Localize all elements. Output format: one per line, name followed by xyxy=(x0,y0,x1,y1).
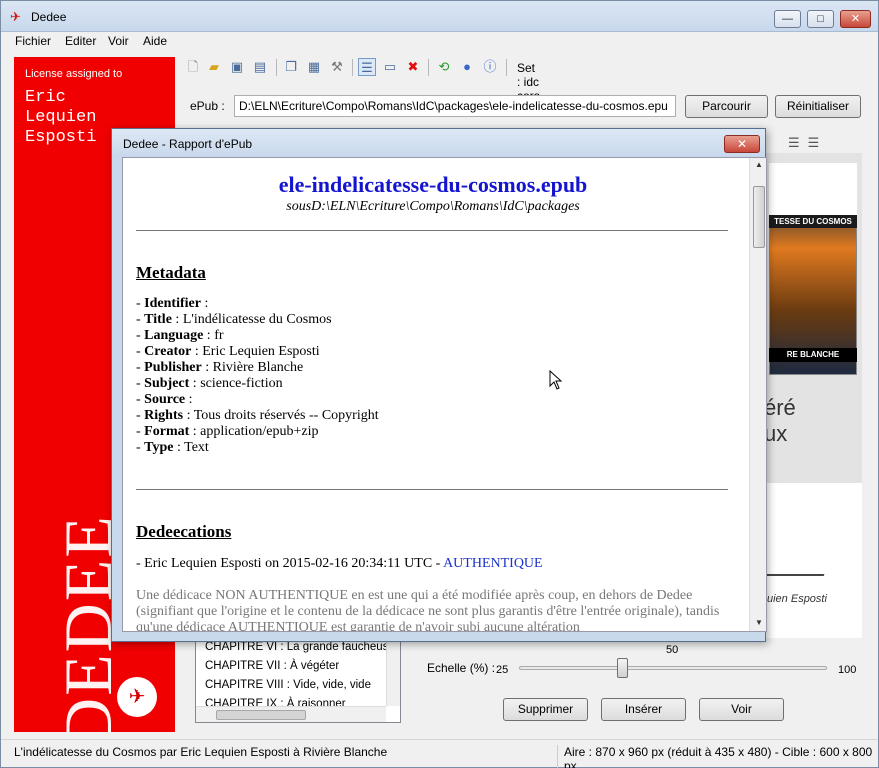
menu-bar: Fichier Editer Voir Aide xyxy=(1,32,878,50)
dedee-app-icon: ✈ xyxy=(10,9,21,24)
list-item[interactable]: CHAPITRE VI : La grande faucheuse xyxy=(205,641,395,653)
cover-publisher-band: RE BLANCHE xyxy=(769,348,857,362)
save-icon[interactable]: ▣ xyxy=(228,58,246,76)
open-folder-icon[interactable]: ▰ xyxy=(205,58,223,76)
report-vscroll[interactable]: ▲ ▼ xyxy=(749,158,766,631)
dedications-heading: Dedeecations xyxy=(136,522,232,541)
report-title: ele-indelicatesse-du-cosmos.epub xyxy=(278,172,588,197)
scroll-down-icon[interactable]: ▼ xyxy=(750,618,766,627)
window-icon[interactable]: ▭ xyxy=(381,58,399,76)
list-item[interactable]: CHAPITRE VII : À végéter xyxy=(205,660,339,672)
report-content: ele-indelicatesse-du-cosmos.epub sousD:\… xyxy=(122,157,767,632)
dedication-entry: - Eric Lequien Esposti on 2015-02-16 20:… xyxy=(136,556,543,571)
report-scroll-thumb[interactable] xyxy=(753,186,765,248)
metadata-row: - Format : application/epub+zip xyxy=(136,424,319,439)
view-button[interactable]: Voir xyxy=(699,698,784,721)
refresh-icon[interactable]: ⟲ xyxy=(435,58,453,76)
epub-report-dialog: Dedee - Rapport d'ePub ✕ ele-indelicates… xyxy=(111,128,767,642)
list-item[interactable]: CHAPITRE VIII : Vide, vide, vide xyxy=(205,679,371,691)
title-bar: ✈ Dedee — □ ✕ xyxy=(1,1,878,32)
scroll-up-icon[interactable]: ▲ xyxy=(750,160,766,169)
metadata-row: - Publisher : Rivière Blanche xyxy=(136,360,304,375)
divider xyxy=(136,230,728,231)
dedee-circle-icon: ✈ xyxy=(117,677,157,717)
dialog-title-bar: Dedee - Rapport d'ePub ✕ xyxy=(112,129,765,157)
help-icon[interactable]: ● xyxy=(458,58,476,76)
epub-path-input[interactable]: D:\ELN\Ecriture\Compo\Romans\IdC\package… xyxy=(234,95,676,117)
status-book-info: L'indélicatesse du Cosmos par Eric Lequi… xyxy=(14,745,388,759)
dialog-title: Dedee - Rapport d'ePub xyxy=(123,137,253,151)
report-subtitle: sousD:\ELN\Ecriture\Compo\Romans\IdC\pac… xyxy=(286,199,580,214)
metadata-row: - Identifier : xyxy=(136,296,209,311)
menu-fichier[interactable]: Fichier xyxy=(15,34,51,48)
signature-caption: uien Esposti xyxy=(767,593,827,605)
license-name: Eric Lequien Esposti xyxy=(25,88,97,147)
report-icon[interactable]: ☰ xyxy=(358,58,376,76)
metadata-row: - Subject : science-fiction xyxy=(136,376,283,391)
epub-label: ePub : xyxy=(190,99,225,113)
toolbar-separator xyxy=(352,59,353,76)
status-bar: L'indélicatesse du Cosmos par Eric Lequi… xyxy=(1,739,878,768)
align-icons[interactable]: ☰☰ xyxy=(788,135,827,151)
insert-button[interactable]: Insérer xyxy=(601,698,686,721)
menu-voir[interactable]: Voir xyxy=(108,34,129,48)
metadata-row: - Language : fr xyxy=(136,328,224,343)
metadata-row: - Type : Text xyxy=(136,440,209,455)
reset-button[interactable]: Réinitialiser xyxy=(775,95,861,118)
dedication-note: Une dédicace NON AUTHENTIQUE en est une … xyxy=(136,588,720,632)
new-file-icon[interactable]: 🗋 xyxy=(184,58,202,76)
scale-slider-thumb[interactable] xyxy=(616,658,628,678)
info-icon[interactable]: ⓘ xyxy=(481,58,499,76)
wrench-icon[interactable]: ⚒ xyxy=(328,58,346,76)
metadata-row: - Source : xyxy=(136,392,193,407)
delete-button[interactable]: Supprimer xyxy=(503,698,588,721)
toolbar-separator xyxy=(276,59,277,76)
authentic-status: AUTHENTIQUE xyxy=(443,556,543,571)
delete-icon[interactable]: ✖ xyxy=(404,58,422,76)
paste-icon[interactable]: ▦ xyxy=(305,58,323,76)
scale-max: 100 xyxy=(838,664,857,676)
metadata-heading: Metadata xyxy=(136,263,206,282)
chapter-list-vscroll[interactable] xyxy=(386,638,400,706)
license-label: License assigned to xyxy=(25,68,123,80)
cover-header xyxy=(769,163,857,223)
hscroll-thumb[interactable] xyxy=(216,710,306,720)
menu-aide[interactable]: Aide xyxy=(143,34,167,48)
scale-label: Echelle (%) : xyxy=(427,661,496,675)
menu-editer[interactable]: Editer xyxy=(65,34,96,48)
browse-button[interactable]: Parcourir xyxy=(685,95,768,118)
status-dimensions: Aire : 870 x 960 px (réduit à 435 x 480)… xyxy=(557,745,878,768)
minimize-button[interactable]: — xyxy=(774,10,801,28)
cover-preview: TESSE DU COSMOS RE BLANCHE éré ux xyxy=(764,153,862,483)
mouse-pointer-icon xyxy=(549,370,563,390)
divider xyxy=(136,489,728,490)
copy-icon[interactable]: ❐ xyxy=(282,58,300,76)
dedee-brand-logo: DEDEE xyxy=(50,514,126,732)
metadata-row: - Creator : Eric Lequien Esposti xyxy=(136,344,320,359)
metadata-row: - Title : L'indélicatesse du Cosmos xyxy=(136,312,332,327)
window-title: Dedee xyxy=(31,10,67,24)
metadata-row: - Rights : Tous droits réservés -- Copyr… xyxy=(136,408,379,423)
cover-text-1: éré xyxy=(764,395,796,420)
save-all-icon[interactable]: ▤ xyxy=(251,58,269,76)
chapter-list-hscroll[interactable] xyxy=(196,706,386,722)
toolbar-separator xyxy=(506,59,507,76)
scale-slider-track[interactable] xyxy=(519,666,827,670)
maximize-button[interactable]: □ xyxy=(807,10,834,28)
cover-text-2: ux xyxy=(764,421,788,446)
close-window-button[interactable]: ✕ xyxy=(840,10,871,28)
scale-value: 50 xyxy=(666,644,679,656)
cover-title: TESSE DU COSMOS xyxy=(769,215,857,228)
dialog-close-button[interactable]: ✕ xyxy=(724,135,760,153)
toolbar-separator xyxy=(428,59,429,76)
scale-min: 25 xyxy=(496,664,509,676)
